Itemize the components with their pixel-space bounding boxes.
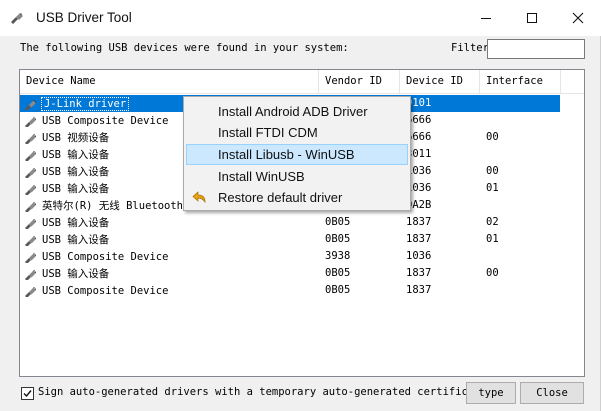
device-name-cell: USB Composite Device (24, 112, 168, 129)
column-header-interface[interactable]: Interface (480, 70, 561, 93)
column-header-vendor-id[interactable]: Vendor ID (319, 70, 400, 93)
vendor-id-cell: 0B05 (325, 284, 351, 296)
maximize-icon (527, 13, 537, 23)
undo-arrow-icon (192, 191, 206, 204)
device-id-cell: 1837 (406, 233, 432, 245)
minimize-icon (481, 18, 491, 19)
device-name-cell: USB 输入设备 (24, 231, 109, 248)
minimize-button[interactable] (463, 0, 509, 36)
device-name-cell: USB 输入设备 (24, 180, 109, 197)
vendor-id-cell: 0B05 (325, 233, 351, 245)
device-name-cell: USB Composite Device (24, 282, 168, 299)
interface-cell: 01 (486, 233, 499, 245)
menu-item-label: Install Android ADB Driver (218, 104, 368, 119)
usb-device-icon (25, 184, 36, 195)
vendor-id-cell: 0B05 (325, 267, 351, 279)
menu-item-label: Install WinUSB (218, 169, 305, 184)
table-row[interactable]: USB 输入设备 0B05 1837 02 (20, 214, 560, 231)
usb-device-icon (25, 269, 36, 280)
device-name: USB Composite Device (42, 284, 169, 297)
menu-item-install-winusb[interactable]: Install WinUSB (186, 166, 408, 187)
menu-item-install-libusb[interactable]: Install Libusb - WinUSB (186, 144, 408, 165)
type-button[interactable]: type (466, 382, 516, 404)
usb-plug-icon (11, 13, 23, 24)
device-id-cell: 1837 (406, 284, 432, 296)
checkmark-icon (23, 390, 32, 398)
title-bar[interactable]: USB Driver Tool (0, 0, 601, 36)
close-icon (572, 12, 584, 24)
device-name-cell: 英特尔(R) 无线 Bluetooth (24, 197, 183, 214)
menu-item-label: Install Libusb - WinUSB (218, 147, 355, 162)
device-name-cell: USB Composite Device (24, 248, 168, 265)
context-menu: Install Android ADB Driver Install FTDI … (183, 96, 411, 211)
device-name-cell: USB 输入设备 (24, 214, 109, 231)
usb-device-icon (25, 116, 36, 127)
sign-drivers-label: Sign auto-generated drivers with a tempo… (38, 386, 487, 398)
device-name: USB Composite Device (42, 250, 169, 263)
table-row[interactable]: USB Composite Device 3938 1036 (20, 248, 560, 265)
interface-cell: 01 (486, 182, 499, 194)
device-name: USB 输入设备 (42, 183, 110, 195)
column-header-device-name[interactable]: Device Name (20, 70, 319, 93)
usb-device-icon (25, 167, 36, 178)
interface-cell: 00 (486, 267, 499, 279)
interface-cell: 02 (486, 216, 499, 228)
table-row[interactable]: USB 输入设备 0B05 1837 00 (20, 265, 560, 282)
menu-item-label: Install FTDI CDM (218, 125, 318, 140)
device-name: USB 视频设备 (42, 132, 110, 144)
device-name: USB 输入设备 (42, 217, 110, 229)
usb-device-icon (25, 201, 36, 212)
device-name-cell: USB 视频设备 (24, 129, 109, 146)
vendor-id-cell: 0B05 (325, 216, 351, 228)
device-id-cell: 1036 (406, 250, 432, 262)
menu-item-restore-default[interactable]: Restore default driver (186, 187, 408, 208)
app-window: USB Driver Tool The following USB device… (0, 0, 601, 411)
usb-device-icon (25, 150, 36, 161)
interface-cell: 00 (486, 131, 499, 143)
table-row[interactable]: USB Composite Device 0B05 1837 (20, 282, 560, 299)
device-name: USB Composite Device (42, 114, 169, 127)
device-id-cell: 1837 (406, 267, 432, 279)
column-header-device-id[interactable]: Device ID (400, 70, 480, 93)
device-name-cell: USB 输入设备 (24, 265, 109, 282)
vendor-id-cell: 3938 (325, 250, 351, 262)
device-name: 英特尔(R) 无线 Bluetooth (42, 200, 184, 212)
device-name-cell: USB 输入设备 (24, 163, 109, 180)
interface-cell: 00 (486, 165, 499, 177)
usb-device-icon (25, 235, 36, 246)
device-name: USB 输入设备 (42, 268, 110, 280)
menu-item-install-ftdi[interactable]: Install FTDI CDM (186, 122, 408, 143)
table-row[interactable]: USB 输入设备 0B05 1837 01 (20, 231, 560, 248)
device-name: USB 输入设备 (42, 149, 110, 161)
window-title: USB Driver Tool (36, 10, 132, 25)
menu-item-label: Restore default driver (218, 190, 343, 205)
sign-drivers-checkbox[interactable] (21, 387, 34, 400)
footer-bar: Sign auto-generated drivers with a tempo… (0, 380, 601, 411)
close-window-button[interactable] (555, 0, 601, 36)
device-name: USB 输入设备 (42, 166, 110, 178)
usb-device-icon (25, 133, 36, 144)
device-name-cell: USB 输入设备 (24, 146, 109, 163)
device-name-cell: J-Link driver (24, 95, 130, 112)
list-header: Device Name Vendor ID Device ID Interfac… (20, 70, 584, 94)
usb-device-icon (25, 286, 36, 297)
device-name: J-Link driver (40, 96, 130, 111)
usb-device-icon (25, 218, 36, 229)
devices-found-label: The following USB devices were found in … (20, 42, 349, 54)
filter-input[interactable] (487, 39, 585, 59)
device-id-cell: 1837 (406, 216, 432, 228)
close-button[interactable]: Close (520, 382, 584, 404)
usb-device-icon (25, 252, 36, 263)
filter-label: Filter (451, 42, 489, 54)
menu-item-install-adb[interactable]: Install Android ADB Driver (186, 101, 408, 122)
maximize-button[interactable] (509, 0, 555, 36)
usb-device-icon (25, 99, 36, 110)
device-name: USB 输入设备 (42, 234, 110, 246)
